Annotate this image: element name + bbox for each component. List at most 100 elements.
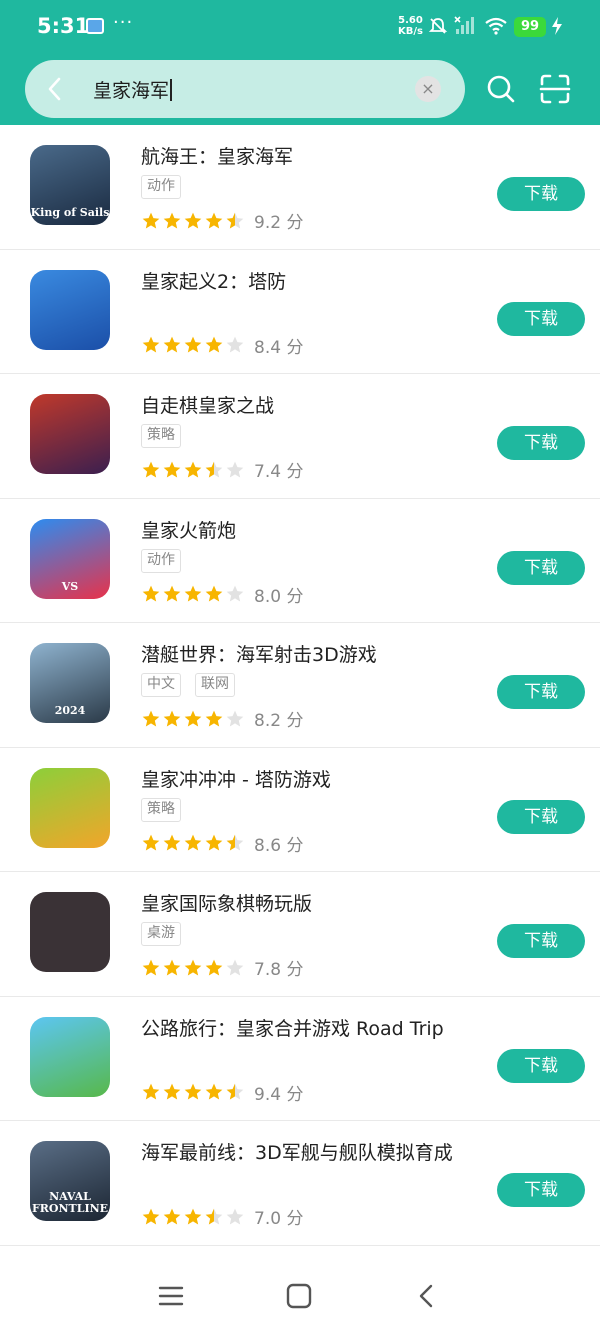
rating-score: 8.0 分	[254, 582, 303, 607]
star-full-icon	[142, 710, 160, 727]
rating-stars	[141, 1206, 246, 1227]
app-rating: 7.4 分	[141, 457, 304, 482]
download-button[interactable]: 下载	[497, 550, 585, 585]
rating-score-value: 7.4	[254, 462, 282, 482]
app-name[interactable]: 潜艇世界：海军射击3D游戏	[141, 640, 377, 667]
rating-score-unit: 分	[286, 462, 304, 482]
app-icon[interactable]: NAVAL FRONTLINE	[30, 1141, 110, 1221]
scan-icon[interactable]	[538, 72, 572, 106]
app-result-row[interactable]: 皇家冲冲冲 - 塔防游戏 策略 8.6 分 下载	[0, 748, 600, 872]
app-result-row[interactable]: VS 皇家火箭炮 动作 8.0 分 下载	[0, 499, 600, 623]
star-half-icon	[226, 1083, 244, 1100]
rating-score-unit: 分	[286, 711, 304, 731]
app-name[interactable]: 航海王：皇家海军	[141, 142, 293, 169]
app-icon[interactable]	[30, 394, 110, 474]
search-input[interactable]: 皇家海军	[93, 76, 172, 103]
star-full-icon	[184, 585, 202, 602]
notification-icon	[86, 18, 104, 34]
rating-stars	[141, 833, 246, 854]
app-name[interactable]: 皇家冲冲冲 - 塔防游戏	[141, 765, 331, 792]
rating-score-value: 7.8	[254, 960, 282, 980]
download-button[interactable]: 下载	[497, 301, 585, 336]
star-full-icon	[184, 336, 202, 353]
battery-level: 99	[514, 17, 546, 37]
app-icon-label: VS	[61, 579, 79, 593]
search-query: 皇家海军	[93, 80, 170, 102]
download-button[interactable]: 下载	[497, 924, 585, 958]
mute-bell-icon	[428, 18, 448, 34]
star-full-icon	[142, 1208, 160, 1225]
star-empty-icon	[226, 959, 244, 976]
app-result-row[interactable]: 2024 潜艇世界：海军射击3D游戏 中文 联网 8.2 分下载	[0, 623, 600, 748]
star-full-icon	[142, 336, 160, 353]
download-button[interactable]: 下载	[497, 426, 585, 460]
star-full-icon	[205, 710, 223, 727]
star-full-icon	[163, 461, 181, 478]
rating-score: 8.2 分	[254, 706, 303, 731]
app-name[interactable]: 公路旅行：皇家合并游戏 Road Trip	[141, 1014, 444, 1041]
network-speed-unit: KB/s	[398, 26, 423, 37]
app-tags: 策略	[141, 797, 195, 824]
star-full-icon	[142, 959, 160, 976]
star-full-icon	[142, 834, 160, 851]
rating-score-value: 8.6	[254, 835, 282, 856]
app-result-row[interactable]: 公路旅行：皇家合并游戏 Road Trip 9.4 分 下载	[0, 997, 600, 1121]
app-name[interactable]: 皇家国际象棋畅玩版	[141, 889, 312, 916]
app-result-row[interactable]: 皇家国际象棋畅玩版 桌游 7.8 分 下载	[0, 872, 600, 997]
star-half-icon	[205, 1208, 223, 1225]
star-half-icon	[226, 834, 244, 851]
app-icon[interactable]	[30, 767, 110, 848]
star-full-icon	[163, 959, 181, 976]
back-arrow-icon[interactable]	[39, 72, 73, 106]
app-icon[interactable]: King of Sails	[30, 145, 110, 225]
download-button[interactable]: 下载	[497, 1173, 585, 1207]
clear-search-button[interactable]: ×	[415, 76, 441, 102]
download-button[interactable]: 下载	[497, 1048, 585, 1083]
star-full-icon	[184, 834, 202, 851]
star-empty-icon	[226, 336, 244, 353]
star-full-icon	[205, 834, 223, 851]
app-result-row[interactable]: 皇家起义2：塔防 8.4 分 下载	[0, 250, 600, 374]
rating-score: 8.6 分	[254, 831, 303, 856]
app-icon[interactable]	[30, 269, 110, 350]
star-full-icon	[205, 585, 223, 602]
search-results-list: King of Sails 航海王：皇家海军 动作 9.2 分下载 皇家起义2：塔防 8.…	[0, 125, 600, 1246]
star-half-icon	[205, 461, 223, 478]
rating-score: 8.4 分	[254, 333, 303, 358]
home-icon[interactable]	[284, 1281, 314, 1311]
download-button[interactable]: 下载	[497, 675, 585, 709]
app-name[interactable]: 海军最前线：3D军舰与舰队模拟育成	[141, 1138, 453, 1165]
rating-score-unit: 分	[286, 586, 304, 607]
app-result-row[interactable]: King of Sails 航海王：皇家海军 动作 9.2 分 下载	[0, 125, 600, 250]
rating-stars	[141, 957, 246, 978]
app-name[interactable]: 皇家火箭炮	[141, 516, 236, 543]
app-result-row[interactable]: 自走棋皇家之战 策略 7.4 分 下载	[0, 374, 600, 499]
back-nav-icon[interactable]	[412, 1281, 442, 1311]
star-full-icon	[142, 585, 160, 602]
app-icon[interactable]: VS	[30, 518, 110, 599]
search-icon[interactable]	[485, 73, 517, 105]
star-half-icon	[226, 212, 244, 229]
app-rating: 8.4 分	[141, 333, 303, 358]
app-icon[interactable]: 2024	[30, 643, 110, 723]
app-icon[interactable]	[30, 1016, 110, 1097]
app-name[interactable]: 自走棋皇家之战	[141, 391, 274, 418]
app-rating: 8.0 分	[141, 582, 303, 607]
rating-score: 7.8 分	[254, 955, 303, 980]
rating-score: 9.2 分	[254, 208, 303, 233]
rating-score-value: 7.0	[254, 1209, 282, 1229]
text-cursor	[170, 79, 172, 101]
app-icon[interactable]	[30, 892, 110, 972]
download-button[interactable]: 下载	[497, 799, 585, 834]
app-name[interactable]: 皇家起义2：塔防	[141, 267, 286, 294]
rating-stars	[141, 335, 246, 356]
star-full-icon	[163, 1208, 181, 1225]
recent-apps-icon[interactable]	[156, 1281, 186, 1311]
app-result-row[interactable]: NAVAL FRONTLINE 海军最前线：3D军舰与舰队模拟育成 7.0 分 下载	[0, 1121, 600, 1246]
search-bar[interactable]: 皇家海军 ×	[25, 60, 465, 118]
top-bar: 5:31 ··· 5.60 KB/s 99 皇家海军 ×	[0, 0, 600, 125]
category-tag: 联网	[195, 673, 235, 697]
star-full-icon	[205, 336, 223, 353]
more-notifications-icon: ···	[113, 12, 134, 33]
download-button[interactable]: 下载	[497, 177, 585, 211]
